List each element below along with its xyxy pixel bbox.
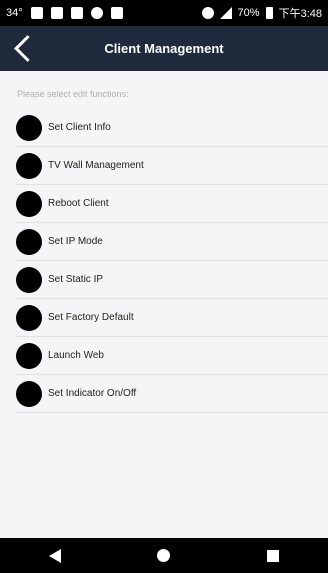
signal-icon: [219, 7, 232, 19]
menu-item-set-ip-mode[interactable]: Set IP Mode: [16, 223, 328, 261]
status-left: 34°: [6, 7, 123, 19]
menu-item-label: Set IP Mode: [48, 236, 103, 247]
navigation-bar: [0, 538, 328, 573]
menu-item-label: Set Static IP: [48, 274, 104, 285]
menu-item-icon: [16, 114, 42, 141]
menu-item-icon: [16, 152, 42, 179]
nav-back-button[interactable]: [25, 538, 85, 573]
main-content: Please select edit functions: Set Client…: [0, 71, 328, 538]
battery-icon: [265, 7, 273, 19]
menu-item-icon: [16, 304, 42, 331]
menu-item-set-static-ip[interactable]: Set Static IP: [16, 261, 328, 299]
menu-item-tv-wall-management[interactable]: TV Wall Management: [16, 147, 328, 185]
menu-list: Set Client Info TV Wall Management Reboo…: [0, 109, 328, 413]
status-bar: 34° 70% 下午3:48: [0, 0, 328, 26]
menu-item-icon: [16, 190, 42, 217]
temperature-text: 34°: [6, 7, 23, 19]
menu-item-label: TV Wall Management: [48, 160, 144, 171]
menu-item-reboot-client[interactable]: Reboot Client: [16, 185, 328, 223]
image-icon: [70, 7, 83, 19]
gallery-icon: [50, 7, 63, 19]
settings-icon: [90, 7, 103, 19]
nav-home-button[interactable]: [134, 538, 194, 573]
menu-item-set-factory-default[interactable]: Set Factory Default: [16, 299, 328, 337]
home-icon: [157, 549, 171, 562]
menu-item-icon: [16, 266, 42, 293]
app-header: Client Management: [0, 26, 328, 71]
status-right: 70% 下午3:48: [201, 5, 322, 21]
menu-item-label: Set Client Info: [48, 122, 111, 133]
back-icon: [48, 548, 61, 563]
menu-item-label: Reboot Client: [48, 198, 109, 209]
notification-icon: [110, 7, 123, 19]
menu-item-launch-web[interactable]: Launch Web: [16, 337, 328, 375]
menu-item-label: Set Factory Default: [48, 312, 134, 323]
menu-item-set-indicator[interactable]: Set Indicator On/Off: [16, 375, 328, 413]
page-title: Client Management: [104, 41, 224, 56]
battery-percent: 70%: [237, 7, 260, 19]
nav-recent-apps-button[interactable]: [243, 538, 303, 573]
menu-item-set-client-info[interactable]: Set Client Info: [16, 109, 328, 147]
menu-item-icon: [16, 380, 42, 407]
menu-item-icon: [16, 342, 42, 369]
instruction-text: Please select edit functions:: [17, 89, 129, 99]
menu-item-icon: [16, 228, 42, 255]
menu-item-label: Set Indicator On/Off: [48, 388, 137, 399]
menu-item-label: Launch Web: [48, 350, 104, 361]
cloud-icon: [30, 7, 43, 19]
wifi-icon: [201, 7, 214, 19]
clock-time: 下午3:48: [278, 8, 322, 20]
recent-apps-icon: [267, 549, 280, 562]
